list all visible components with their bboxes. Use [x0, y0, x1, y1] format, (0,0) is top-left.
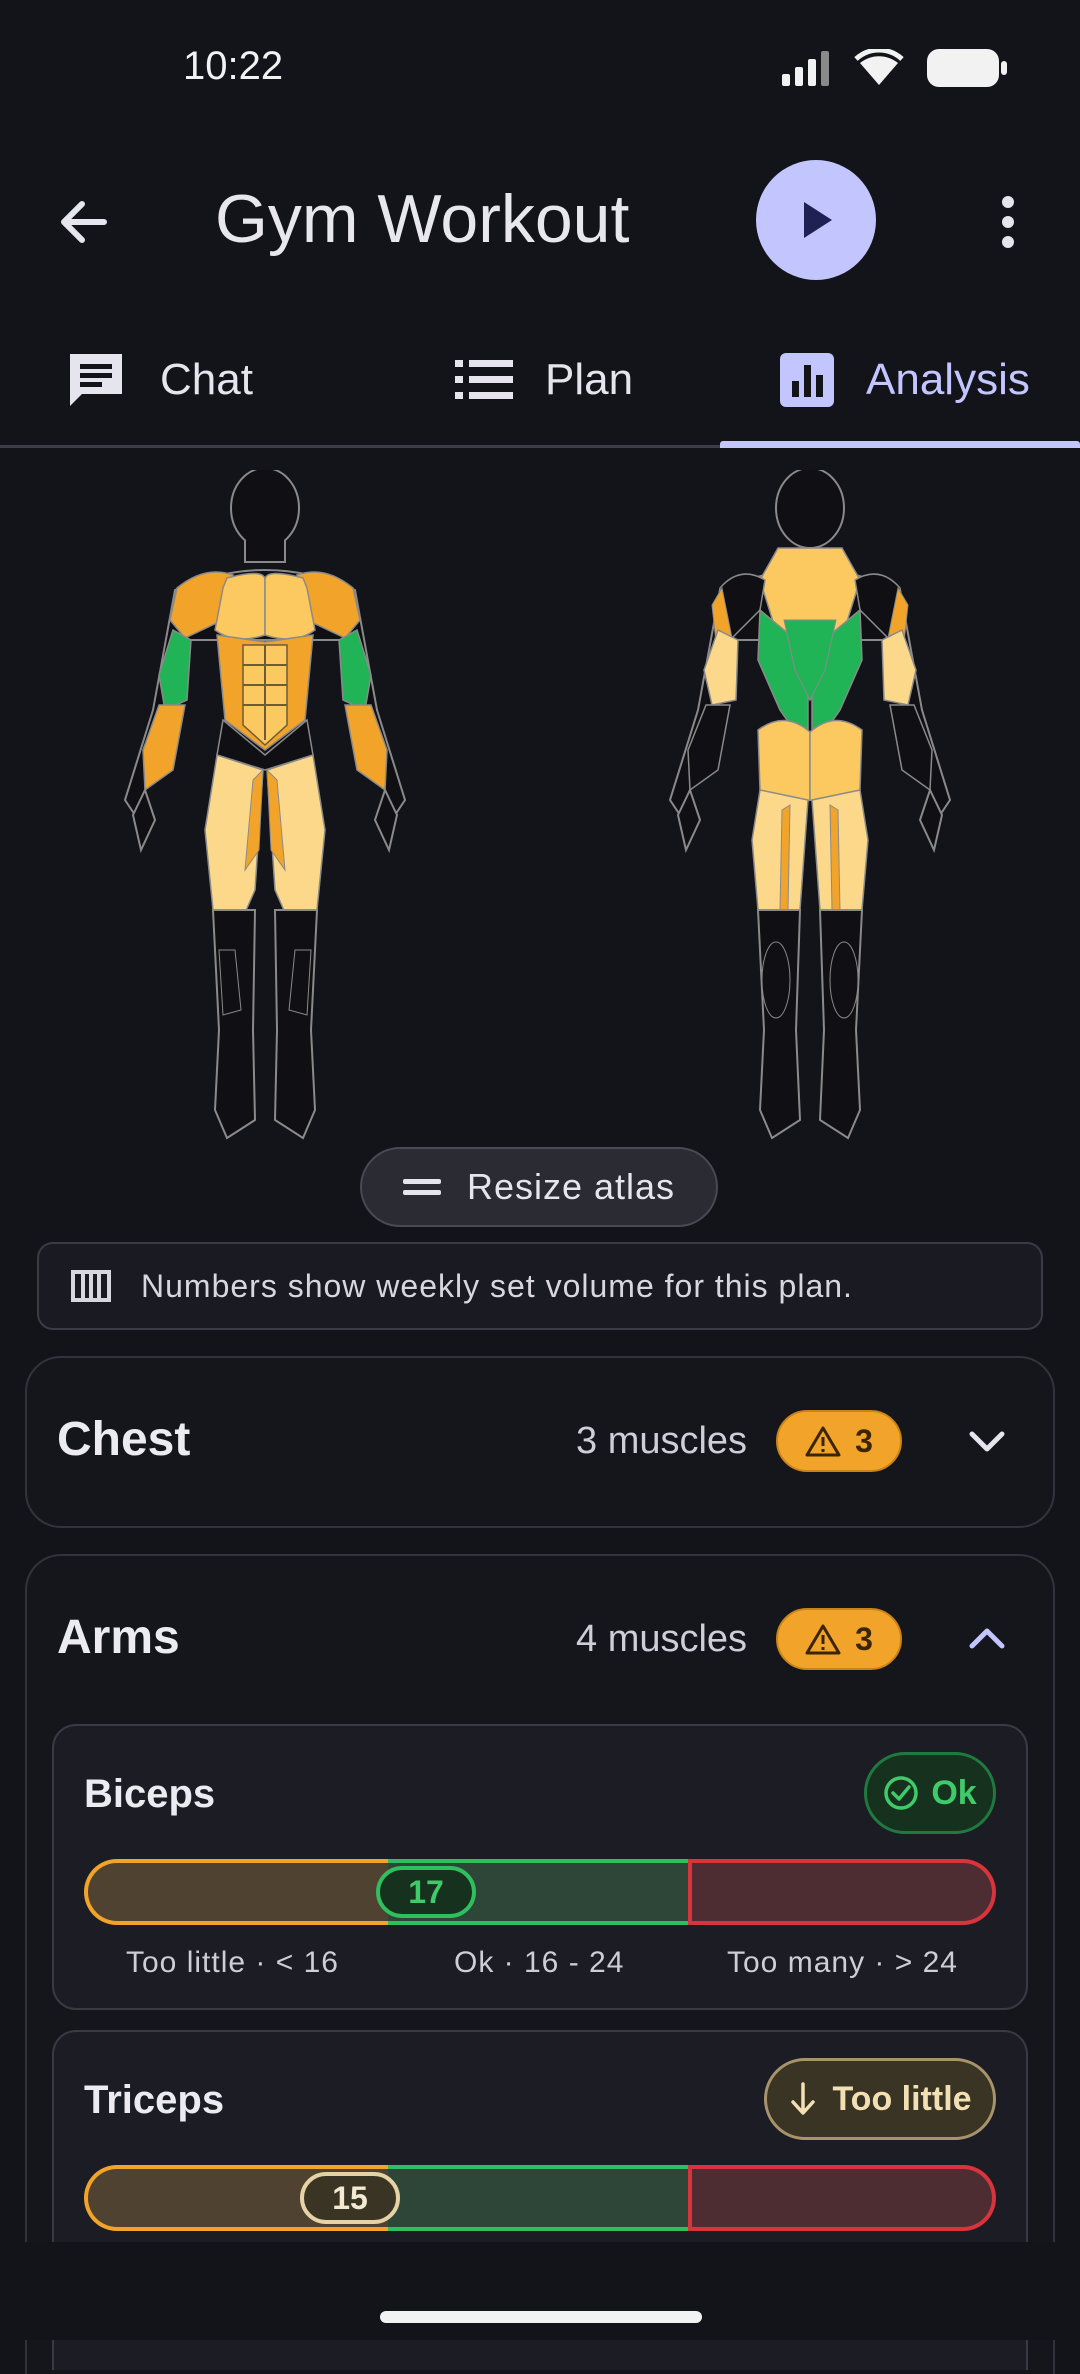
front-body-figure[interactable] — [115, 470, 415, 1150]
group-count-arms: 4 muscles — [576, 1618, 748, 1660]
play-icon — [804, 202, 832, 238]
play-button[interactable] — [756, 160, 876, 280]
zone-too-many — [692, 2165, 996, 2231]
warning-count-chest: 3 — [855, 1422, 873, 1459]
arrow-down-icon — [791, 2082, 816, 2115]
battery-icon — [927, 49, 1007, 87]
status-badge-biceps: Ok — [864, 1752, 996, 1834]
wifi-icon — [854, 49, 904, 85]
muscle-name-biceps: Biceps — [84, 1772, 216, 1816]
list-icon — [455, 360, 513, 399]
zone-divider — [688, 1859, 692, 1925]
volume-info-text: Numbers show weekly set volume for this … — [141, 1267, 853, 1304]
zone-ok — [388, 2165, 692, 2231]
warning-count-arms: 3 — [855, 1620, 873, 1657]
status-icons — [780, 48, 1008, 88]
signal-icon — [782, 51, 829, 86]
resize-atlas-label: Resize atlas — [466, 1166, 676, 1207]
status-time: 10:22 — [183, 44, 284, 88]
page-title: Gym Workout — [215, 181, 630, 257]
back-arrow-icon[interactable] — [52, 190, 116, 254]
status-badge-triceps: Too little — [764, 2058, 996, 2140]
range-label-ok: Ok · 16 - 24 — [454, 1946, 625, 1979]
warning-badge-arms: 3 — [776, 1608, 902, 1670]
volume-info-box: Numbers show weekly set volume for this … — [37, 1242, 1043, 1330]
warning-badge-chest: 3 — [776, 1410, 902, 1472]
range-label-too-many: Too many · > 24 — [727, 1946, 958, 1979]
drag-handle-icon — [402, 1179, 441, 1195]
tab-plan-label: Plan — [545, 355, 634, 404]
status-badge-triceps-label: Too little — [832, 2079, 972, 2118]
volume-bar-biceps: 17 — [84, 1859, 996, 1925]
calendar-view-icon — [71, 1270, 111, 1302]
check-circle-icon — [884, 1776, 919, 1810]
more-vert-icon[interactable] — [990, 190, 1026, 254]
volume-marker-triceps: 15 — [300, 2172, 400, 2224]
tab-plan[interactable]: Plan — [455, 330, 633, 430]
group-name-arms: Arms — [57, 1611, 180, 1664]
tab-analysis-label: Analysis — [866, 355, 1030, 404]
zone-too-little — [84, 1859, 388, 1925]
tab-analysis[interactable]: Analysis — [780, 330, 1030, 430]
status-badge-biceps-label: Ok — [931, 1773, 977, 1812]
group-name-chest: Chest — [57, 1413, 191, 1466]
chevron-down-icon[interactable] — [962, 1416, 1012, 1466]
zone-divider — [688, 2165, 692, 2231]
tab-chat-label: Chat — [160, 355, 253, 404]
bottom-nav-area — [0, 2242, 1080, 2340]
chart-icon — [780, 353, 834, 407]
warning-icon — [805, 1426, 841, 1457]
range-label-too-little: Too little · < 16 — [126, 1946, 339, 1979]
tab-indicator — [720, 441, 1080, 448]
volume-marker-biceps: 17 — [376, 1866, 476, 1918]
resize-atlas-button[interactable]: Resize atlas — [360, 1147, 718, 1227]
back-body-figure[interactable] — [660, 470, 960, 1150]
tab-chat[interactable]: Chat — [64, 330, 253, 430]
muscle-name-triceps: Triceps — [84, 2078, 225, 2122]
warning-icon — [805, 1624, 841, 1655]
zone-too-many — [692, 1859, 996, 1925]
volume-bar-triceps: 15 — [84, 2165, 996, 2231]
chevron-up-icon[interactable] — [962, 1614, 1012, 1664]
group-count-chest: 3 muscles — [576, 1420, 748, 1462]
home-indicator[interactable] — [380, 2311, 702, 2323]
chat-icon — [70, 354, 122, 406]
